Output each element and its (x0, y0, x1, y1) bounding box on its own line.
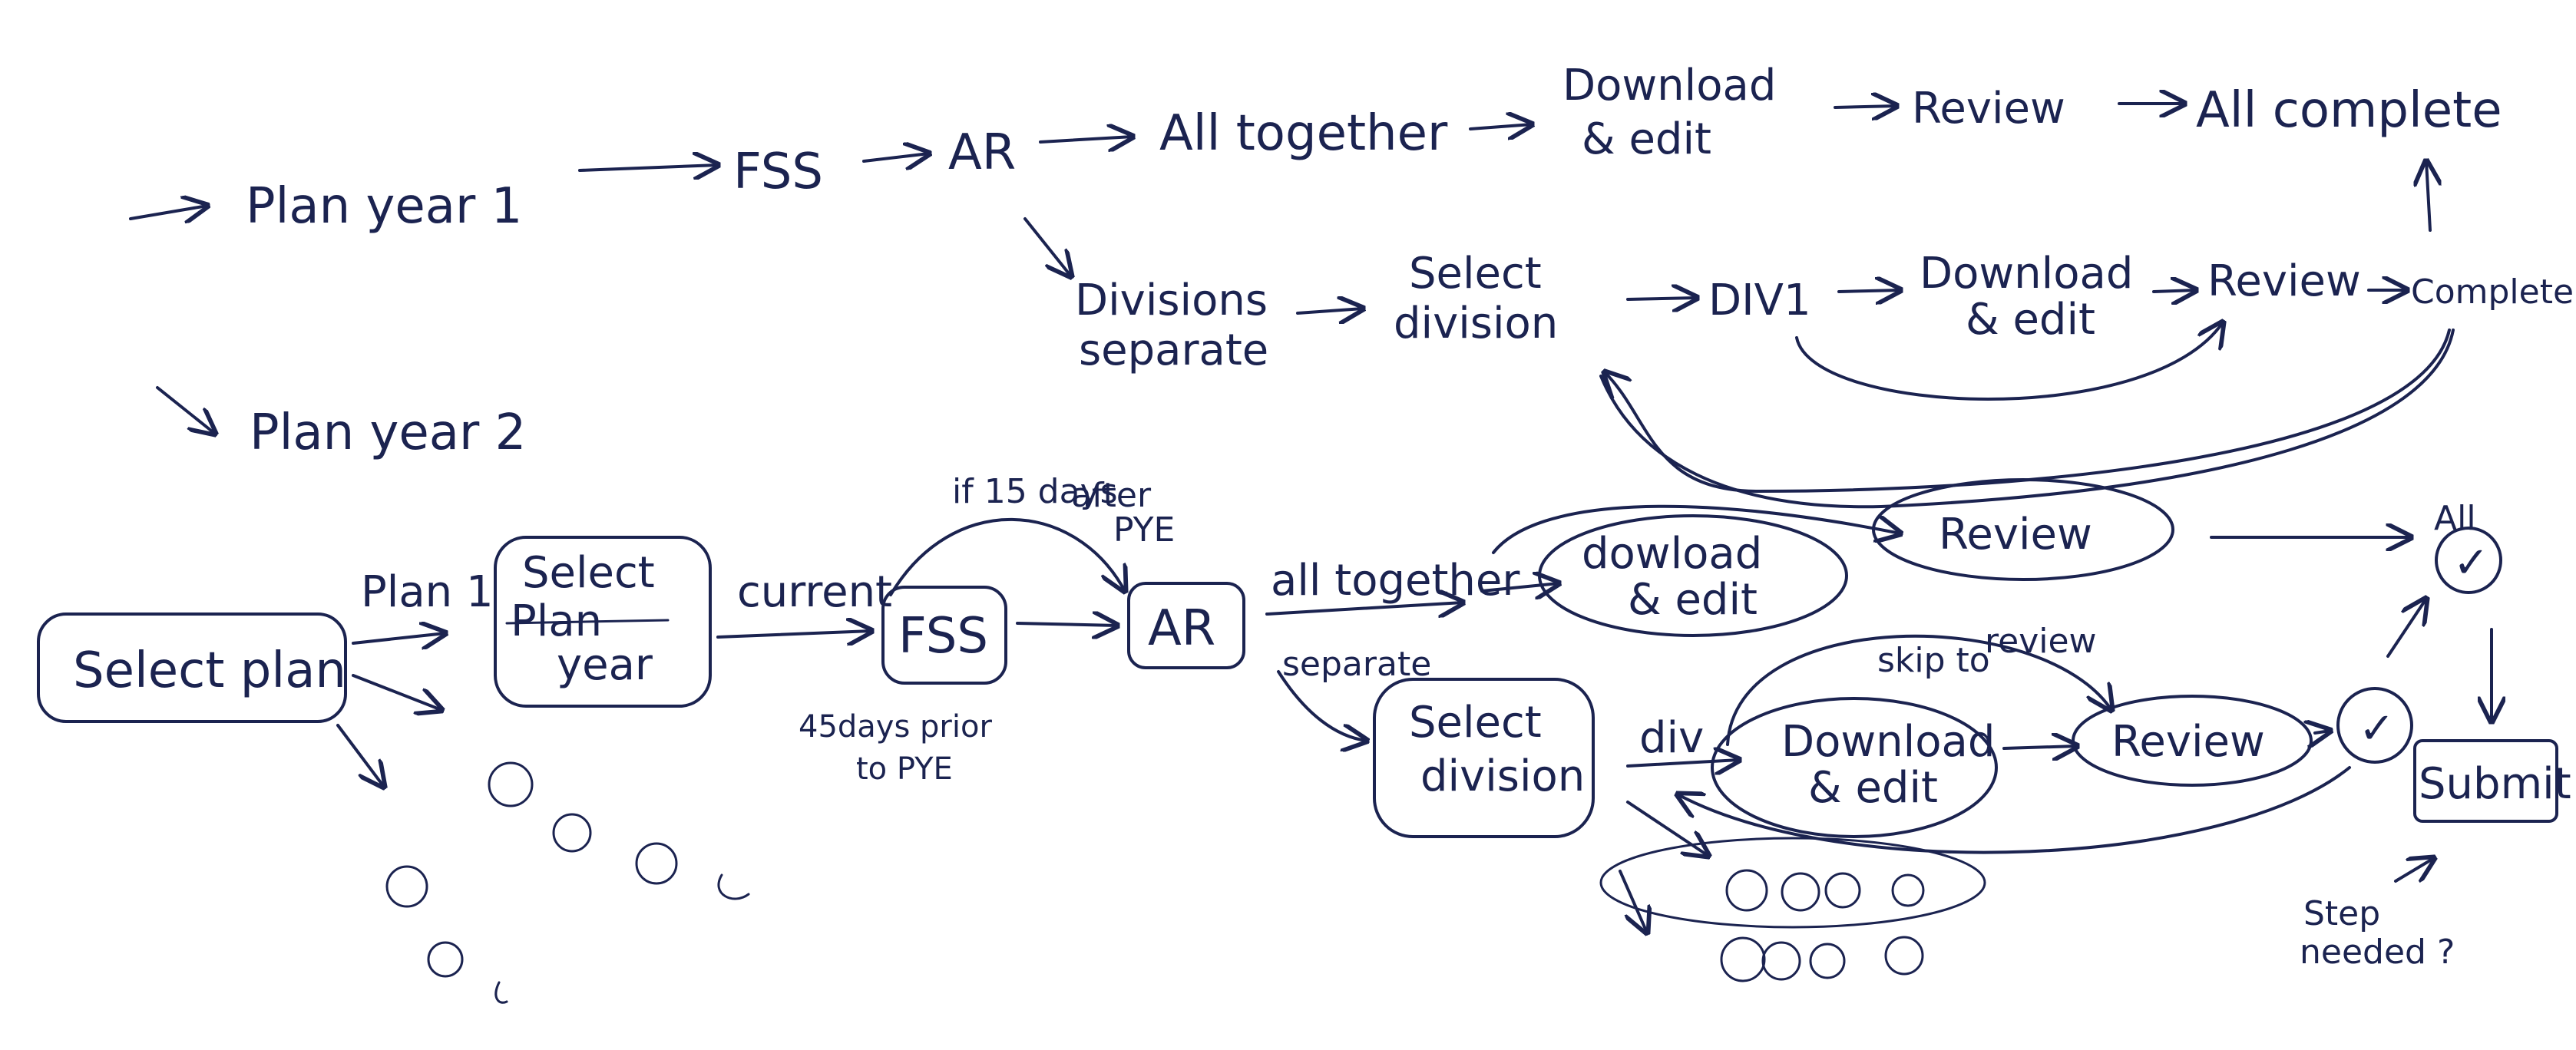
select-plan-label: Select plan (73, 642, 346, 699)
all-together-edge-label: all together (1271, 556, 1520, 606)
arrow-ar-alltogether (1039, 137, 1133, 142)
arrow-complete-allcomplete (2426, 161, 2430, 232)
arrow-step-needed (2394, 858, 2434, 881)
placeholder-option (552, 813, 592, 853)
download-edit-top-line1: Download (1562, 61, 1776, 111)
divisions-line2: separate (1079, 325, 1268, 375)
placeholder-option (717, 873, 750, 900)
fss-top-label: FSS (733, 144, 823, 200)
review-div-label: Review (2207, 256, 2361, 306)
plan1-edge-label: Plan 1 (361, 567, 494, 617)
select-division-line2: division (1420, 751, 1585, 801)
division-option (1884, 936, 1924, 976)
placeholder-option (427, 941, 464, 978)
plan-year-1-label: Plan year 1 (246, 178, 522, 235)
placeholder-option (385, 865, 428, 908)
review-bottom-label: Review (2111, 717, 2265, 767)
arrow-review-check (2315, 731, 2330, 733)
flow-diagram: Plan year 1 FSS AR All together Download… (37, 61, 2574, 1004)
current-edge-label: current (737, 567, 892, 617)
arrow-division-option2 (1619, 870, 1647, 933)
arrow-fss-ar-bottom (1016, 623, 1117, 626)
review-top-bottom-label: Review (1939, 510, 2092, 560)
all-check-mark: ✓ (2453, 538, 2489, 588)
all-together-top-label: All together (1159, 105, 1448, 162)
arrow-selectplan-selectyear (352, 633, 445, 643)
arrow-divisions-select (1296, 309, 1363, 313)
placeholder-option (635, 842, 678, 885)
skip-line2: review (1985, 622, 2097, 661)
select-year-line1: Select (522, 548, 655, 598)
arrow-div1-download (1837, 290, 1900, 292)
div-edge-label: div (1639, 713, 1704, 763)
arrow-plan-year-2 (156, 386, 215, 434)
review-top-label: Review (1912, 84, 2065, 134)
curve-fss-ar-if15 (889, 517, 1125, 595)
division-option (1891, 873, 1925, 907)
download-edit-div-line2: & edit (1966, 295, 2095, 345)
arrow-select-div1 (1626, 298, 1697, 299)
arrow-selectplan-option3 (336, 724, 384, 787)
division-option (1809, 943, 1846, 979)
arrow-check-all (2386, 599, 2426, 658)
placeholder-option (494, 981, 508, 1004)
step-needed-line2: needed ? (2300, 933, 2455, 972)
if15-line2: after (1071, 476, 1152, 515)
fss-note-line1: 45days prior (799, 709, 992, 745)
select-year-line3: year (557, 640, 653, 690)
arrow-ar-divisions (1023, 217, 1071, 276)
check-mark: ✓ (2359, 704, 2395, 754)
division-option (1781, 872, 1820, 912)
arrow-fss-ar (862, 154, 929, 161)
download-edit-div-line1: Download (1920, 249, 2133, 299)
fss-note-line2: to PYE (856, 751, 953, 787)
divisions-line1: Divisions (1075, 276, 1268, 325)
arrow-download-review-top (1834, 106, 1896, 107)
entry-arrow (129, 206, 207, 219)
curve-complete-back-select (1605, 329, 2451, 493)
download-edit-top-line2: & edit (1582, 114, 1711, 164)
arrow-alltogether-download (1469, 124, 1532, 129)
step-needed-line1: Step (2303, 894, 2380, 933)
download-edit2-line2: & edit (1808, 763, 1938, 813)
division-option (1720, 936, 1766, 982)
download-edit2-line1: Download (1781, 717, 1995, 767)
select-division-top-line2: division (1394, 299, 1558, 348)
division-option (1761, 941, 1801, 981)
arrow-selectplan-option2 (352, 674, 441, 710)
ar-bottom-label: AR (1148, 600, 1215, 657)
arrow-py1-fss (578, 165, 718, 170)
division-option (1725, 869, 1768, 912)
select-division-top-line1: Select (1409, 249, 1542, 299)
if15-line3: PYE (1113, 510, 1175, 550)
ar-top-label: AR (948, 124, 1016, 181)
complete-label: Complete (2411, 272, 2574, 312)
select-division-line1: Select (1409, 698, 1542, 748)
all-complete-label: All complete (2196, 82, 2502, 139)
division-option (1824, 872, 1861, 909)
arrow-download-review-div (2152, 290, 2196, 292)
skip-line1: skip to (1877, 641, 1990, 680)
fss-bottom-label: FSS (898, 608, 988, 665)
submit-label: Submit (2419, 759, 2571, 809)
placeholder-option (488, 761, 534, 807)
download-edit-line1: dowload (1582, 529, 1762, 579)
arrow-download-review-2 (2002, 746, 2077, 748)
download-edit-line2: & edit (1628, 575, 1758, 625)
arrow-year-fss (716, 631, 871, 637)
plan-year-2-label: Plan year 2 (250, 404, 526, 461)
div1-label: DIV1 (1708, 276, 1811, 325)
